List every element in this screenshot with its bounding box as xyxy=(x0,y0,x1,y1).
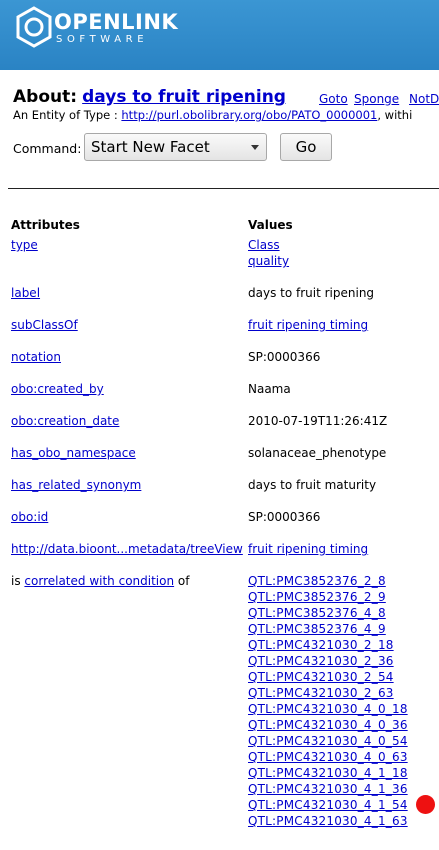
entity-title-link[interactable]: days to fruit ripening xyxy=(82,87,286,107)
notd-link[interactable]: NotD xyxy=(409,92,439,106)
qtl-link[interactable]: QTL:PMC3852376_4_9 xyxy=(248,621,408,637)
qtl-list: QTL:PMC3852376_2_8 QTL:PMC3852376_2_9 QTL:… xyxy=(248,573,408,829)
qtl-link[interactable]: QTL:PMC4321030_2_36 xyxy=(248,653,408,669)
value-related-synonym: days to fruit maturity xyxy=(248,478,377,492)
value-subclassof-link[interactable]: fruit ripening timing xyxy=(248,318,368,332)
value-namespace: solanaceae_phenotype xyxy=(248,446,387,460)
about-label: About: xyxy=(13,87,78,107)
attr-obo-id[interactable]: obo:id xyxy=(11,510,48,524)
value-class-link[interactable]: Class xyxy=(248,238,280,252)
entity-type-line: An Entity of Type : http://purl.obolibra… xyxy=(13,108,412,122)
logo-wordmark[interactable]: OPENLINK xyxy=(54,10,178,34)
value-created-by: Naama xyxy=(248,382,291,396)
qtl-link[interactable]: QTL:PMC4321030_2_18 xyxy=(248,637,408,653)
command-label: Command: xyxy=(13,141,82,156)
qtl-link[interactable]: QTL:PMC3852376_2_8 xyxy=(248,573,408,589)
goto-link[interactable]: Goto xyxy=(319,92,348,106)
qtl-link[interactable]: QTL:PMC4321030_4_0_36 xyxy=(248,717,408,733)
attr-notation[interactable]: notation xyxy=(11,350,61,364)
command-select[interactable]: Start New Facet xyxy=(84,133,267,161)
attr-creation-date[interactable]: obo:creation_date xyxy=(11,414,119,428)
entity-type-suffix: , withi xyxy=(377,108,413,122)
attributes-header: Attributes xyxy=(11,218,80,232)
value-creation-date: 2010-07-19T11:26:41Z xyxy=(248,414,388,428)
attr-treeview[interactable]: http://data.bioont...metadata/treeView xyxy=(11,542,243,556)
attr-label[interactable]: label xyxy=(11,286,40,300)
command-select-value: Start New Facet xyxy=(91,138,210,156)
qtl-link[interactable]: QTL:PMC3852376_2_9 xyxy=(248,589,408,605)
qtl-link[interactable]: QTL:PMC3852376_4_8 xyxy=(248,605,408,621)
qtl-link[interactable]: QTL:PMC4321030_4_1_54 xyxy=(248,797,408,813)
logo-subtitle: SOFTWARE xyxy=(56,34,149,45)
entity-type-link[interactable]: http://purl.obolibrary.org/obo/PATO_0000… xyxy=(121,108,377,122)
qtl-link[interactable]: QTL:PMC4321030_4_0_18 xyxy=(248,701,408,717)
go-button[interactable]: Go xyxy=(280,133,332,161)
value-label: days to fruit ripening xyxy=(248,286,375,300)
attr-created-by[interactable]: obo:created_by xyxy=(11,382,104,396)
attr-type[interactable]: type xyxy=(11,238,38,252)
qtl-link[interactable]: QTL:PMC4321030_4_0_63 xyxy=(248,749,408,765)
values-header: Values xyxy=(248,218,293,232)
qtl-link[interactable]: QTL:PMC4321030_2_54 xyxy=(248,669,408,685)
correlated-with-condition-link[interactable]: correlated with condition xyxy=(24,574,174,588)
chevron-down-icon xyxy=(251,145,259,150)
value-obo-id: SP:0000366 xyxy=(248,510,321,524)
divider xyxy=(8,188,439,189)
qtl-link[interactable]: QTL:PMC4321030_4_1_63 xyxy=(248,813,408,829)
record-indicator-dot xyxy=(416,795,435,814)
attr-inverse-correlated: is correlated with condition of xyxy=(11,574,189,588)
value-quality-link[interactable]: quality xyxy=(248,254,289,268)
qtl-link[interactable]: QTL:PMC4321030_4_1_18 xyxy=(248,765,408,781)
sponge-link[interactable]: Sponge xyxy=(354,92,399,106)
attr-namespace[interactable]: has_obo_namespace xyxy=(11,446,136,460)
attr-subclassof[interactable]: subClassOf xyxy=(11,318,78,332)
qtl-link[interactable]: QTL:PMC4321030_2_63 xyxy=(248,685,408,701)
qtl-link[interactable]: QTL:PMC4321030_4_1_36 xyxy=(248,781,408,797)
qtl-link[interactable]: QTL:PMC4321030_4_0_54 xyxy=(248,733,408,749)
value-treeview-link[interactable]: fruit ripening timing xyxy=(248,542,368,556)
inverse-prefix: is xyxy=(11,574,25,588)
inverse-suffix: of xyxy=(174,574,190,588)
site-header: OPENLINK SOFTWARE xyxy=(0,0,439,70)
about-heading: About: days to fruit ripening xyxy=(13,87,286,107)
openlink-logo-icon xyxy=(16,6,52,48)
value-notation: SP:0000366 xyxy=(248,350,321,364)
entity-type-prefix: An Entity of Type : xyxy=(13,108,122,122)
attr-related-synonym[interactable]: has_related_synonym xyxy=(11,478,141,492)
